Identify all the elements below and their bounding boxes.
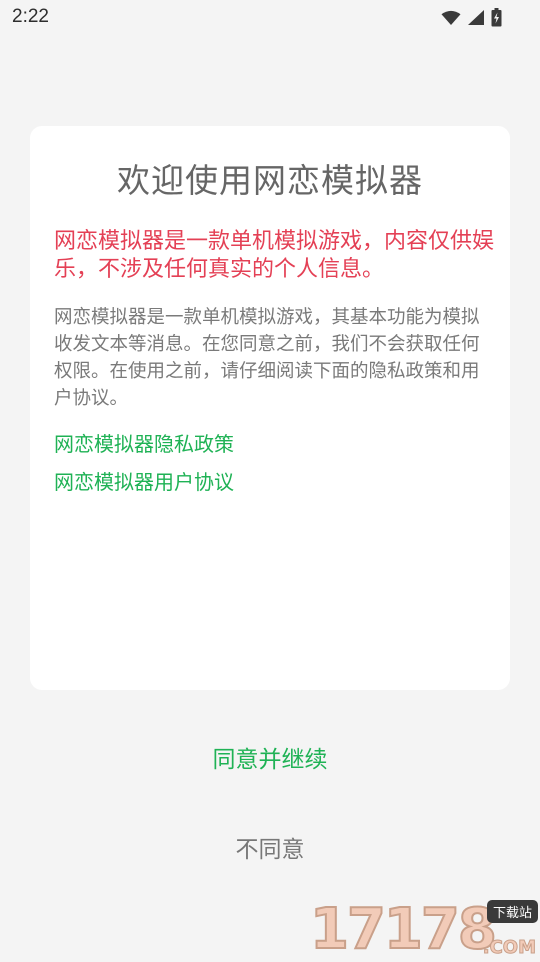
user-agreement-link[interactable]: 网恋模拟器用户协议 — [54, 466, 234, 495]
consent-dialog-card: 欢迎使用网恋模拟器 网恋模拟器是一款单机模拟游戏，内容仅供娱乐，不涉及任何真实的… — [30, 126, 510, 690]
watermark-badge: 下载站 — [486, 900, 538, 923]
entertainment-notice: 网恋模拟器是一款单机模拟游戏，内容仅供娱乐，不涉及任何真实的个人信息。 — [54, 229, 495, 282]
battery-charging-icon — [491, 8, 502, 27]
cellular-signal-icon — [467, 9, 485, 26]
site-watermark-logo: 17178 下载站 .COM — [309, 897, 538, 962]
status-icons — [441, 8, 502, 27]
wifi-icon — [441, 10, 461, 26]
status-time: 2:22 — [12, 6, 49, 27]
agree-and-continue-button[interactable]: 同意并继续 — [0, 738, 540, 782]
watermark-digits: 17178 — [309, 897, 498, 962]
status-bar: 2:22 — [0, 0, 540, 36]
permission-description: 网恋模拟器是一款单机模拟游戏，其基本功能为模拟收发文本等消息。在您同意之前，我们… — [54, 307, 480, 409]
dialog-title: 欢迎使用网恋模拟器 — [117, 161, 423, 200]
disagree-button[interactable]: 不同意 — [0, 828, 540, 872]
watermark-suffix: .COM — [482, 937, 536, 959]
privacy-policy-link[interactable]: 网恋模拟器隐私政策 — [54, 428, 234, 457]
